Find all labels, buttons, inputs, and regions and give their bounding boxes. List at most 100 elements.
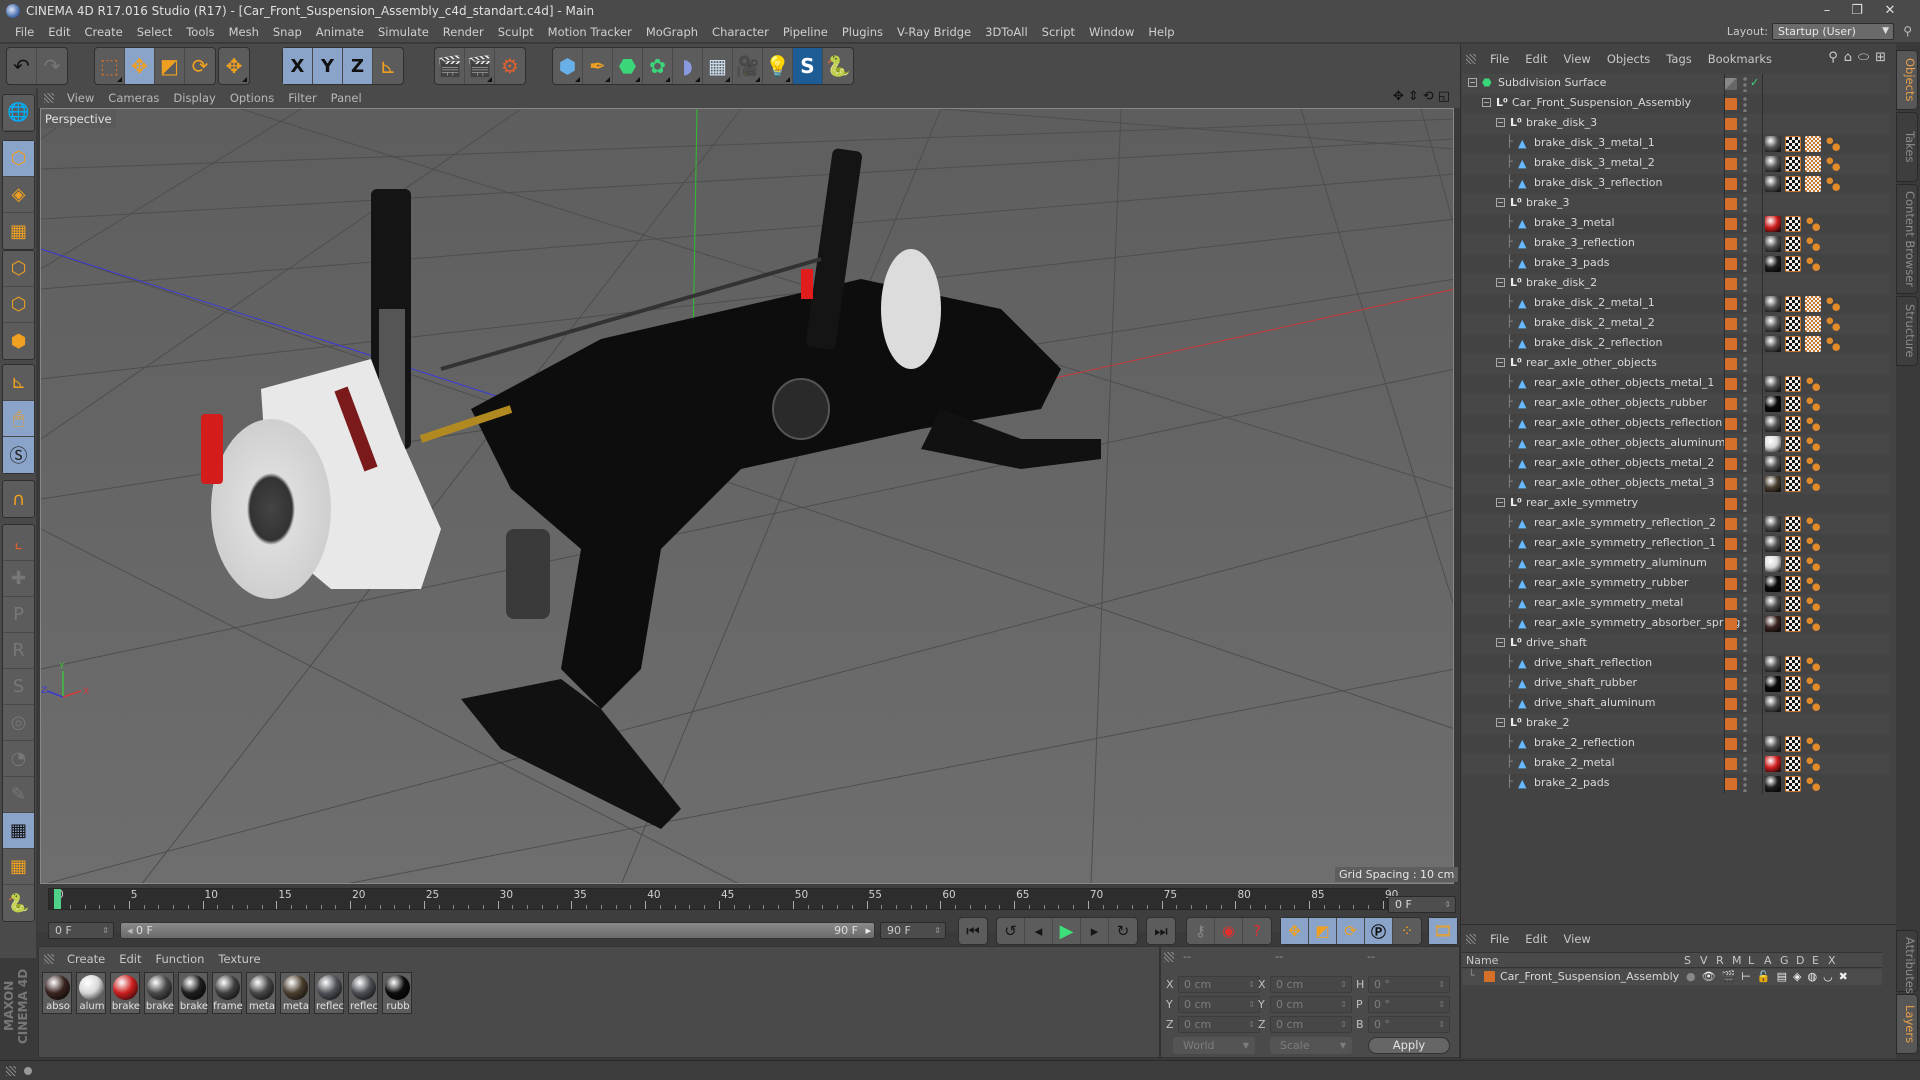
- visible-editor-icon[interactable]: 👁: [1702, 970, 1716, 983]
- layer-color-tag[interactable]: [1725, 138, 1737, 150]
- object-row[interactable]: − L⁰ rear_axle_symmetry: [1462, 494, 1890, 514]
- search-icon[interactable]: ⚲: [1903, 24, 1912, 38]
- layer-color-tag[interactable]: [1725, 398, 1737, 410]
- layer-color-tag[interactable]: [1725, 758, 1737, 770]
- object-row[interactable]: ├ ▲ rear_axle_other_objects_reflection: [1462, 414, 1890, 434]
- texture-tag-icon[interactable]: [1785, 516, 1801, 532]
- selection-tag-icon[interactable]: [1805, 256, 1821, 272]
- visibility-dots-icon[interactable]: [1743, 756, 1747, 772]
- texture-tag-icon[interactable]: [1785, 316, 1801, 332]
- workplane-mode-icon[interactable]: ▦: [3, 213, 34, 249]
- layer-column-v[interactable]: V: [1700, 954, 1708, 967]
- visibility-dots-icon[interactable]: [1743, 536, 1747, 552]
- texture-tag-icon[interactable]: [1785, 216, 1801, 232]
- selection-tag-icon[interactable]: [1805, 436, 1821, 452]
- layer-column-a[interactable]: A: [1764, 954, 1772, 967]
- side-tab-takes[interactable]: Takes: [1896, 112, 1918, 182]
- texture-tag-icon[interactable]: [1785, 336, 1801, 352]
- make-editable-icon[interactable]: 🌐: [3, 95, 34, 131]
- cloner-icon[interactable]: ✿: [643, 48, 673, 84]
- manager-icon[interactable]: ⊢: [1741, 970, 1751, 983]
- x-axis-lock-button[interactable]: X: [283, 48, 313, 84]
- selection-tag-icon[interactable]: [1805, 236, 1821, 252]
- render-picture-viewer-icon[interactable]: 🎬: [465, 48, 495, 84]
- objects-menu-file[interactable]: File: [1482, 52, 1517, 66]
- panel-grip-icon[interactable]: [6, 1066, 16, 1076]
- object-row[interactable]: ├ ▲ rear_axle_other_objects_rubber: [1462, 394, 1890, 414]
- visibility-dots-icon[interactable]: [1743, 136, 1747, 152]
- uvw-tag-icon[interactable]: [1805, 176, 1821, 192]
- object-row[interactable]: ├ ▲ brake_3_metal: [1462, 214, 1890, 234]
- layout-dropdown[interactable]: Startup (User) ▼: [1772, 23, 1894, 40]
- side-tab-structure[interactable]: Structure: [1896, 296, 1918, 366]
- layer-color-tag[interactable]: [1725, 238, 1737, 250]
- camera-icon[interactable]: 🎥: [733, 48, 763, 84]
- visibility-dots-icon[interactable]: [1743, 316, 1747, 332]
- object-row[interactable]: ├ ▲ brake_disk_3_metal_2: [1462, 154, 1890, 174]
- texture-mode-icon[interactable]: ◈: [3, 177, 34, 213]
- layer-color-tag[interactable]: [1725, 278, 1737, 290]
- collapse-icon[interactable]: −: [1496, 498, 1505, 507]
- layer-color-tag[interactable]: [1725, 378, 1737, 390]
- layer-row[interactable]: └ Car_Front_Suspension_Assembly ● 👁 🎬 ⊢ …: [1462, 969, 1882, 985]
- selection-tag-icon[interactable]: [1805, 616, 1821, 632]
- deformer-icon[interactable]: ◗: [673, 48, 703, 84]
- menu-pipeline[interactable]: Pipeline: [776, 25, 835, 39]
- texture-tag-icon[interactable]: [1785, 556, 1801, 572]
- collapse-icon[interactable]: −: [1496, 358, 1505, 367]
- keyframe-selection-icon[interactable]: ?: [1243, 918, 1271, 944]
- material-tag-icon[interactable]: [1765, 756, 1781, 772]
- autokey-icon[interactable]: ◉: [1215, 918, 1243, 944]
- material-tag-icon[interactable]: [1765, 676, 1781, 692]
- texture-tag-icon[interactable]: [1785, 756, 1801, 772]
- render-settings-icon[interactable]: ⚙: [495, 48, 525, 84]
- layer-column-x[interactable]: X: [1828, 954, 1836, 967]
- scale-tool-icon[interactable]: ◩: [155, 48, 185, 84]
- magnet-icon[interactable]: ∩: [3, 481, 34, 517]
- material-swatch[interactable]: brake: [178, 972, 208, 1014]
- apply-button[interactable]: Apply: [1368, 1037, 1450, 1054]
- visibility-dots-icon[interactable]: [1743, 596, 1747, 612]
- key-parameter-toggle-icon[interactable]: Ⓟ: [1365, 918, 1393, 944]
- layer-color-tag[interactable]: [1725, 778, 1737, 790]
- object-row[interactable]: ├ ▲ brake_2_pads: [1462, 774, 1890, 794]
- enabled-check-icon[interactable]: ✓: [1750, 76, 1759, 89]
- key-pla-toggle-icon[interactable]: ⁘: [1393, 918, 1421, 944]
- object-row[interactable]: ├ ▲ rear_axle_symmetry_absorber_spring: [1462, 614, 1890, 634]
- layer-color-tag[interactable]: [1725, 578, 1737, 590]
- material-swatch[interactable]: meta: [246, 972, 276, 1014]
- start-frame-field[interactable]: 0 F ⇕: [48, 922, 114, 939]
- layer-color-swatch[interactable]: [1484, 971, 1495, 982]
- object-row[interactable]: − L⁰ drive_shaft: [1462, 634, 1890, 654]
- material-swatch[interactable]: meta: [280, 972, 310, 1014]
- layer-column-g[interactable]: G: [1780, 954, 1789, 967]
- object-row[interactable]: ├ ▲ drive_shaft_rubber: [1462, 674, 1890, 694]
- layer-menu-view[interactable]: View: [1556, 932, 1599, 946]
- prev-frame-icon[interactable]: ◂: [1025, 918, 1053, 944]
- panel-grip-icon[interactable]: [1164, 952, 1174, 962]
- material-tag-icon[interactable]: [1765, 776, 1781, 792]
- object-row[interactable]: ├ ▲ brake_2_reflection: [1462, 734, 1890, 754]
- visibility-dots-icon[interactable]: [1743, 236, 1747, 252]
- texture-tag-icon[interactable]: [1785, 296, 1801, 312]
- texture-tag-icon[interactable]: [1785, 416, 1801, 432]
- side-tab-attributes[interactable]: Attributes: [1896, 930, 1918, 994]
- goto-prev-key-icon[interactable]: ↺: [997, 918, 1025, 944]
- material-tag-icon[interactable]: [1765, 576, 1781, 592]
- visibility-dots-icon[interactable]: [1743, 356, 1747, 372]
- side-tab-objects[interactable]: Objects: [1896, 50, 1918, 110]
- selection-tag-icon[interactable]: [1825, 176, 1841, 192]
- y-axis-lock-button[interactable]: Y: [313, 48, 343, 84]
- selection-tag-icon[interactable]: [1805, 776, 1821, 792]
- range-left-arrow-icon[interactable]: ◂: [127, 924, 133, 937]
- material-swatch[interactable]: brake: [110, 972, 140, 1014]
- layer-color-tag[interactable]: [1725, 358, 1737, 370]
- object-row[interactable]: − ⬣ Subdivision Surface ✓: [1462, 74, 1890, 94]
- layer-column-name[interactable]: Name: [1466, 954, 1498, 967]
- layer-color-tag[interactable]: [1725, 198, 1737, 210]
- texture-tag-icon[interactable]: [1785, 676, 1801, 692]
- object-row[interactable]: − L⁰ brake_disk_2: [1462, 274, 1890, 294]
- collapse-icon[interactable]: −: [1468, 78, 1477, 87]
- key-position-toggle-icon[interactable]: ✥: [1281, 918, 1309, 944]
- vray-icon[interactable]: S: [793, 48, 823, 84]
